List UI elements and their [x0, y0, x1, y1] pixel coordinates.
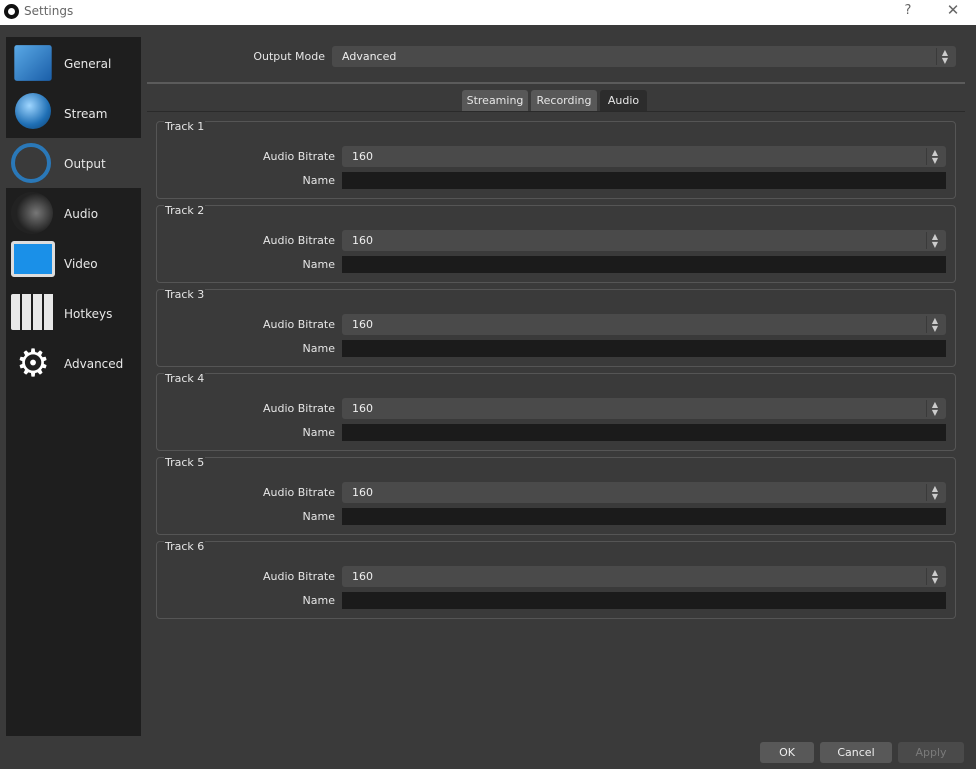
- track-name-input[interactable]: [342, 172, 946, 189]
- chevron-updown-icon: ▲ ▼: [926, 232, 943, 249]
- track-4-group: Track 4 Audio Bitrate 160 ▲ ▼ Name: [156, 372, 956, 451]
- tab-streaming[interactable]: Streaming: [462, 90, 528, 112]
- audio-bitrate-label: Audio Bitrate: [262, 402, 335, 415]
- window-title: Settings: [24, 4, 74, 18]
- name-label: Name: [302, 258, 335, 271]
- close-button[interactable]: ✕: [943, 1, 963, 19]
- audio-bitrate-label: Audio Bitrate: [262, 234, 335, 247]
- chevron-updown-icon: ▲ ▼: [926, 568, 943, 585]
- sidebar-item-output[interactable]: Output: [6, 138, 141, 188]
- title-bar: Settings ? ✕: [0, 0, 976, 25]
- track-title: Track 6: [164, 540, 206, 553]
- monitor-icon: [11, 241, 55, 277]
- audio-bitrate-select[interactable]: 160 ▲ ▼: [342, 566, 946, 587]
- name-label: Name: [302, 594, 335, 607]
- sidebar-item-label: Audio: [64, 207, 99, 221]
- sidebar-item-video[interactable]: Video: [6, 238, 141, 288]
- name-label: Name: [302, 426, 335, 439]
- audio-bitrate-select[interactable]: 160 ▲ ▼: [342, 314, 946, 335]
- name-label: Name: [302, 342, 335, 355]
- audio-bitrate-select[interactable]: 160 ▲ ▼: [342, 482, 946, 503]
- obs-logo-icon: [4, 4, 19, 19]
- track-name-input[interactable]: [342, 508, 946, 525]
- track-title: Track 4: [164, 372, 206, 385]
- output-mode-select[interactable]: Advanced ▲ ▼: [332, 46, 956, 67]
- tab-audio[interactable]: Audio: [600, 90, 647, 112]
- sidebar-item-label: Output: [64, 157, 106, 171]
- audio-bitrate-select[interactable]: 160 ▲ ▼: [342, 146, 946, 167]
- audio-bitrate-select[interactable]: 160 ▲ ▼: [342, 398, 946, 419]
- audio-bitrate-value: 160: [352, 570, 373, 583]
- chevron-updown-icon: ▲ ▼: [926, 148, 943, 165]
- track-2-group: Track 2 Audio Bitrate 160 ▲ ▼ Name: [156, 204, 956, 283]
- track-6-group: Track 6 Audio Bitrate 160 ▲ ▼ Name: [156, 540, 956, 619]
- sidebar-item-label: Stream: [64, 107, 108, 121]
- sidebar-item-label: Advanced: [64, 357, 124, 371]
- audio-bitrate-value: 160: [352, 318, 373, 331]
- settings-sidebar: General Stream Output Audio Video Hotkey…: [6, 37, 141, 736]
- cancel-button[interactable]: Cancel: [820, 742, 892, 763]
- speaker-icon: [11, 192, 53, 234]
- chevron-updown-icon: ▲ ▼: [926, 484, 943, 501]
- help-button[interactable]: ?: [898, 3, 918, 18]
- track-title: Track 5: [164, 456, 206, 469]
- track-3-group: Track 3 Audio Bitrate 160 ▲ ▼ Name: [156, 288, 956, 367]
- audio-bitrate-label: Audio Bitrate: [262, 486, 335, 499]
- sidebar-item-label: General: [64, 57, 112, 71]
- track-name-input[interactable]: [342, 340, 946, 357]
- audio-bitrate-value: 160: [352, 486, 373, 499]
- track-title: Track 2: [164, 204, 206, 217]
- apply-button[interactable]: Apply: [898, 742, 964, 763]
- keyboard-icon: [11, 294, 55, 330]
- general-icon: [14, 45, 52, 81]
- tab-bar-border: [147, 111, 965, 112]
- broadcast-icon: [11, 143, 51, 183]
- track-name-input[interactable]: [342, 256, 946, 273]
- audio-bitrate-value: 160: [352, 234, 373, 247]
- chevron-updown-icon: ▲ ▼: [926, 316, 943, 333]
- globe-icon: [15, 93, 51, 129]
- sidebar-item-stream[interactable]: Stream: [6, 88, 141, 138]
- sidebar-item-label: Video: [64, 257, 98, 271]
- chevron-updown-icon: ▲ ▼: [926, 400, 943, 417]
- name-label: Name: [302, 174, 335, 187]
- name-label: Name: [302, 510, 335, 523]
- track-name-input[interactable]: [342, 424, 946, 441]
- separator: [147, 82, 965, 84]
- output-mode-value: Advanced: [342, 50, 397, 63]
- sidebar-item-hotkeys[interactable]: Hotkeys: [6, 288, 141, 338]
- track-name-input[interactable]: [342, 592, 946, 609]
- track-title: Track 3: [164, 288, 206, 301]
- audio-bitrate-value: 160: [352, 150, 373, 163]
- tab-recording[interactable]: Recording: [531, 90, 597, 112]
- track-1-group: Track 1 Audio Bitrate 160 ▲ ▼ Name: [156, 120, 956, 199]
- audio-bitrate-label: Audio Bitrate: [262, 318, 335, 331]
- sidebar-item-general[interactable]: General: [6, 38, 141, 88]
- track-title: Track 1: [164, 120, 206, 133]
- sidebar-item-audio[interactable]: Audio: [6, 188, 141, 238]
- chevron-updown-icon: ▲ ▼: [936, 48, 953, 65]
- output-mode-label: Output Mode: [253, 50, 325, 63]
- audio-bitrate-label: Audio Bitrate: [262, 150, 335, 163]
- gears-icon: ⚙: [15, 341, 51, 385]
- track-5-group: Track 5 Audio Bitrate 160 ▲ ▼ Name: [156, 456, 956, 535]
- ok-button[interactable]: OK: [760, 742, 814, 763]
- sidebar-item-advanced[interactable]: ⚙ Advanced: [6, 338, 141, 388]
- audio-bitrate-label: Audio Bitrate: [262, 570, 335, 583]
- audio-bitrate-value: 160: [352, 402, 373, 415]
- audio-bitrate-select[interactable]: 160 ▲ ▼: [342, 230, 946, 251]
- sidebar-item-label: Hotkeys: [64, 307, 113, 321]
